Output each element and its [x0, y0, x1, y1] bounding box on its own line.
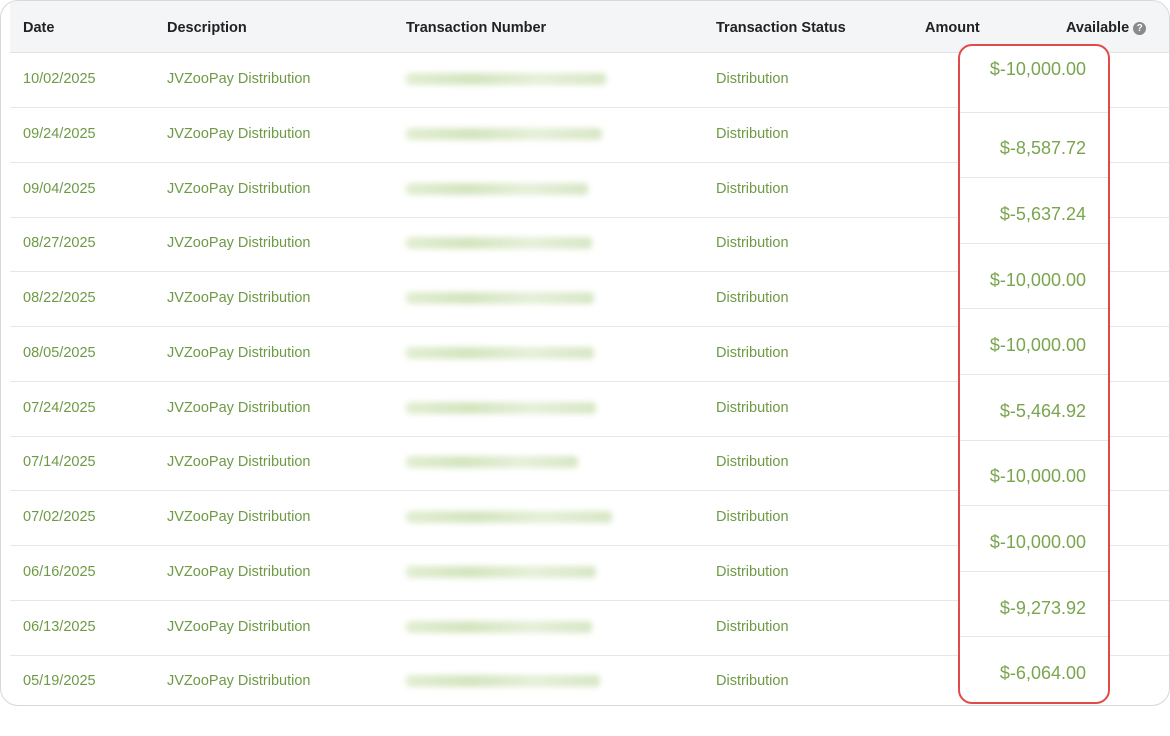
row-date: 07/02/2025: [23, 509, 96, 525]
row-status: Distribution: [716, 180, 789, 197]
amount-value: $-6,064.00: [999, 663, 1086, 684]
row-description: JVZooPay Distribution: [167, 618, 311, 635]
row-date: 07/24/2025: [23, 399, 96, 416]
row-date: 08/22/2025: [23, 290, 96, 306]
amount-value: $-10,000.00: [989, 466, 1086, 487]
redacted-transaction-number: [406, 675, 600, 688]
amount-value: $-9,273.92: [999, 597, 1086, 618]
amount-highlight-box: $-10,000.00 $-8,587.72 $-5,637.24 $-10,000.…: [958, 44, 1110, 704]
row-date: 07/14/2025: [23, 454, 96, 471]
header-transaction-status[interactable]: Transaction Status: [716, 1, 846, 52]
row-description: JVZooPay Distribution: [167, 399, 311, 416]
amount-cell: $-10,000.00: [960, 46, 1108, 113]
row-date: 09/24/2025: [23, 125, 96, 142]
redacted-transaction-number: [406, 182, 588, 195]
row-description: JVZooPay Distribution: [167, 454, 311, 471]
amount-value: $-10,000.00: [989, 269, 1086, 290]
amount-value: $-10,000.00: [989, 59, 1086, 79]
redacted-transaction-number: [406, 456, 578, 469]
row-date: 06/16/2025: [23, 563, 96, 580]
row-description: JVZooPay Distribution: [167, 125, 311, 142]
redacted-transaction-number: [406, 346, 594, 359]
row-description: JVZooPay Distribution: [167, 71, 311, 87]
amount-cell: $-10,000.00: [960, 440, 1108, 507]
redacted-transaction-number: [406, 401, 596, 414]
row-date: 05/19/2025: [23, 673, 96, 690]
amount-cell: $-10,000.00: [960, 243, 1108, 310]
row-date: 09/04/2025: [23, 180, 96, 197]
row-description: JVZooPay Distribution: [167, 235, 311, 252]
row-date: 10/02/2025: [23, 71, 96, 87]
redacted-transaction-number: [406, 565, 596, 578]
amount-cell: $-6,064.00: [960, 636, 1108, 702]
amount-cell: $-8,587.72: [960, 112, 1108, 179]
amount-cell: $-10,000.00: [960, 308, 1108, 375]
row-status: Distribution: [716, 125, 789, 142]
header-date[interactable]: Date: [23, 1, 54, 52]
question-circle-icon[interactable]: ?: [1133, 22, 1147, 35]
redacted-transaction-number: [406, 127, 602, 140]
row-description: JVZooPay Distribution: [167, 344, 311, 361]
amount-cell: $-5,464.92: [960, 374, 1108, 441]
row-description: JVZooPay Distribution: [167, 563, 311, 580]
amount-value: $-8,587.72: [999, 138, 1086, 159]
header-description[interactable]: Description: [167, 1, 247, 52]
row-description: JVZooPay Distribution: [167, 290, 311, 306]
row-status: Distribution: [716, 673, 789, 690]
row-status: Distribution: [716, 454, 789, 471]
row-status: Distribution: [716, 235, 789, 252]
redacted-transaction-number: [406, 237, 592, 250]
row-description: JVZooPay Distribution: [167, 180, 311, 197]
amount-value: $-10,000.00: [989, 335, 1086, 356]
amount-cell: $-5,637.24: [960, 177, 1108, 244]
redacted-transaction-number: [406, 73, 606, 85]
row-description: JVZooPay Distribution: [167, 673, 311, 690]
amount-value: $-5,637.24: [999, 203, 1086, 224]
redacted-transaction-number: [406, 292, 594, 304]
amount-cell: $-9,273.92: [960, 571, 1108, 638]
amount-value: $-5,464.92: [999, 400, 1086, 421]
amount-cell: $-10,000.00: [960, 505, 1108, 572]
row-status: Distribution: [716, 290, 789, 306]
amount-value: $-10,000.00: [989, 531, 1086, 552]
row-status: Distribution: [716, 71, 789, 87]
row-status: Distribution: [716, 509, 789, 525]
row-status: Distribution: [716, 618, 789, 635]
row-status: Distribution: [716, 399, 789, 416]
row-date: 08/05/2025: [23, 344, 96, 361]
row-date: 08/27/2025: [23, 235, 96, 252]
redacted-transaction-number: [406, 511, 612, 523]
header-available-label: Available: [1066, 20, 1130, 36]
redacted-transaction-number: [406, 620, 592, 633]
header-transaction-number[interactable]: Transaction Number: [406, 1, 546, 52]
row-date: 06/13/2025: [23, 618, 96, 635]
row-status: Distribution: [716, 344, 789, 361]
row-status: Distribution: [716, 563, 789, 580]
row-description: JVZooPay Distribution: [167, 509, 311, 525]
